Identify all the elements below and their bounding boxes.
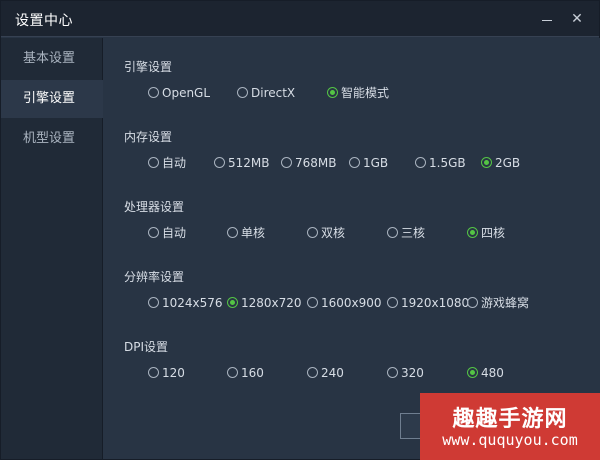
- memory-option-512mb[interactable]: 512MB: [214, 155, 270, 171]
- radio-icon: [307, 227, 318, 238]
- radio-icon: [148, 367, 159, 378]
- radio-icon: [307, 297, 318, 308]
- minimize-button[interactable]: [537, 9, 557, 29]
- watermark-logo: 趣趣手游网 www.ququyou.com: [420, 393, 600, 460]
- radio-icon: [349, 157, 360, 168]
- radio-icon: [467, 297, 478, 308]
- memory-option-2gb[interactable]: 2GB: [481, 155, 520, 171]
- cpu-option-auto[interactable]: 自动: [148, 225, 186, 241]
- memory-section-title: 内存设置: [124, 130, 173, 144]
- sidebar-item-device[interactable]: 机型设置: [1, 120, 103, 158]
- radio-checked-icon: [481, 157, 492, 168]
- radio-icon: [214, 157, 225, 168]
- radio-icon: [387, 227, 398, 238]
- dpi-section-title: DPI设置: [124, 340, 169, 354]
- cpu-option-dual[interactable]: 双核: [307, 225, 345, 241]
- radio-checked-icon: [327, 87, 338, 98]
- window-title: 设置中心: [15, 13, 73, 29]
- cpu-section-title: 处理器设置: [124, 200, 185, 214]
- radio-icon: [148, 227, 159, 238]
- engine-option-directx[interactable]: DirectX: [237, 85, 295, 101]
- sidebar-item-engine[interactable]: 引擎设置: [1, 80, 103, 118]
- radio-checked-icon: [227, 297, 238, 308]
- settings-window: 设置中心 ✕ 基本设置 引擎设置 机型设置 引擎设置 OpenGL Direct…: [0, 0, 600, 460]
- sidebar-item-basic[interactable]: 基本设置: [1, 40, 103, 78]
- radio-icon: [148, 297, 159, 308]
- radio-icon: [227, 367, 238, 378]
- title-bar: 设置中心 ✕: [1, 1, 599, 37]
- cpu-option-triple[interactable]: 三核: [387, 225, 425, 241]
- dpi-option-120[interactable]: 120: [148, 365, 185, 381]
- minimize-icon: [542, 20, 552, 21]
- radio-icon: [148, 87, 159, 98]
- memory-option-1gb[interactable]: 1GB: [349, 155, 388, 171]
- resolution-option-game-hive[interactable]: 游戏蜂窝: [467, 295, 529, 311]
- resolution-option-1920x1080[interactable]: 1920x1080: [387, 295, 469, 311]
- engine-section-title: 引擎设置: [124, 60, 173, 74]
- resolution-option-1280x720[interactable]: 1280x720: [227, 295, 302, 311]
- radio-checked-icon: [467, 227, 478, 238]
- engine-option-opengl[interactable]: OpenGL: [148, 85, 210, 101]
- dpi-option-320[interactable]: 320: [387, 365, 424, 381]
- radio-icon: [281, 157, 292, 168]
- memory-option-1-5gb[interactable]: 1.5GB: [415, 155, 466, 171]
- radio-icon: [227, 227, 238, 238]
- cpu-option-quad[interactable]: 四核: [467, 225, 505, 241]
- resolution-option-1024x576[interactable]: 1024x576: [148, 295, 223, 311]
- dpi-option-160[interactable]: 160: [227, 365, 264, 381]
- memory-option-auto[interactable]: 自动: [148, 155, 186, 171]
- radio-icon: [387, 297, 398, 308]
- memory-option-768mb[interactable]: 768MB: [281, 155, 337, 171]
- engine-option-smart[interactable]: 智能模式: [327, 85, 389, 101]
- dpi-option-480[interactable]: 480: [467, 365, 504, 381]
- cpu-option-single[interactable]: 单核: [227, 225, 265, 241]
- watermark-url: www.ququyou.com: [442, 431, 578, 449]
- dpi-option-240[interactable]: 240: [307, 365, 344, 381]
- radio-icon: [307, 367, 318, 378]
- resolution-section-title: 分辨率设置: [124, 270, 185, 284]
- radio-checked-icon: [467, 367, 478, 378]
- radio-icon: [387, 367, 398, 378]
- watermark-title: 趣趣手游网: [452, 407, 568, 432]
- resolution-option-1600x900[interactable]: 1600x900: [307, 295, 382, 311]
- sidebar: 基本设置 引擎设置 机型设置: [1, 38, 103, 459]
- close-button[interactable]: ✕: [567, 9, 587, 29]
- radio-icon: [415, 157, 426, 168]
- radio-icon: [148, 157, 159, 168]
- radio-icon: [237, 87, 248, 98]
